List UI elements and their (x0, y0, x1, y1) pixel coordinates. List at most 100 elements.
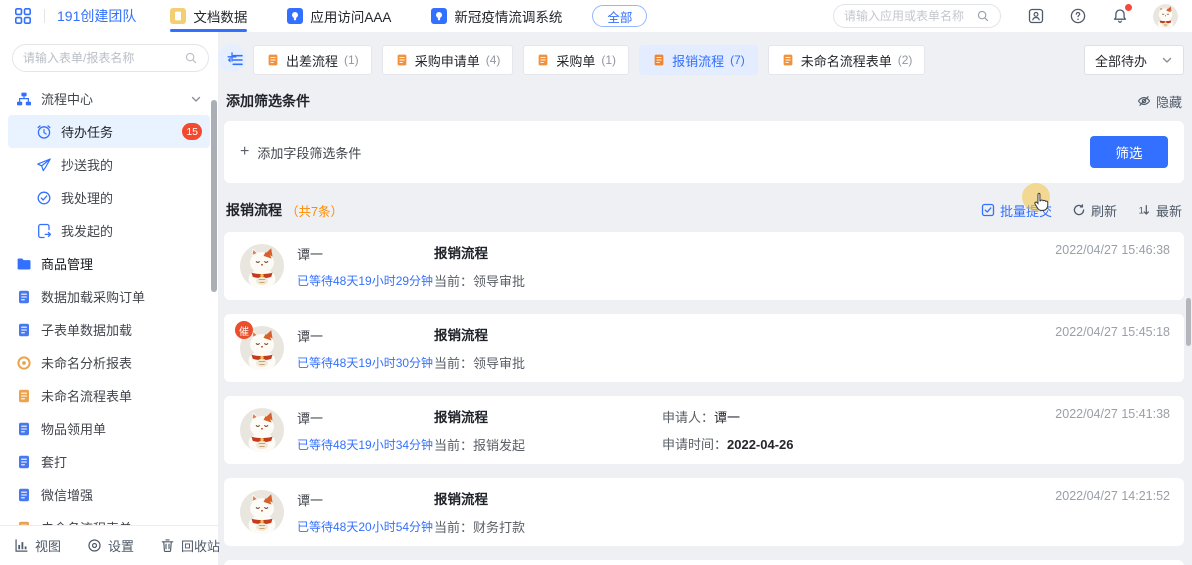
doc-icon (652, 53, 666, 67)
search-icon (976, 9, 990, 23)
sidebar-group-label: 流程中心 (41, 89, 93, 108)
workflow-tab-3[interactable]: 报销流程 (7) (639, 45, 758, 75)
main-panel: 出差流程 (1) 采购申请单 (4) 采购单 (1) 报销流程 (7) 未命名流… (218, 32, 1192, 565)
task-list: 谭一 已等待48天19小时29分钟 报销流程 当前：领导审批 2022/04/2… (224, 232, 1184, 565)
workflow-tab-4[interactable]: 未命名流程表单 (2) (768, 45, 926, 75)
doc-blue-icon (16, 487, 32, 503)
sidebar-item-2[interactable]: 我处理的 (8, 181, 210, 214)
sidebar-item-label: 我处理的 (61, 188, 113, 207)
sidebar-form-item-7[interactable]: 微信增强 (8, 478, 210, 511)
sidebar-group-process-center[interactable]: 流程中心 (8, 82, 210, 115)
applicant-name: 谭一 (297, 244, 434, 263)
target-icon (87, 538, 102, 553)
waiting-time: 已等待48天19小时29分钟 (297, 272, 434, 289)
clock-icon (36, 124, 52, 140)
topbar-app-tab-label: 新冠疫情流调系统 (454, 6, 562, 26)
task-row-3[interactable]: 谭一 已等待48天20小时54分钟 报销流程 当前：财务打款 2022/04/2… (224, 478, 1184, 546)
sidebar-item-1[interactable]: 抄送我的 (8, 148, 210, 181)
sidebar-item-label: 数据加载采购订单 (41, 287, 145, 306)
plus-icon: + (240, 144, 249, 160)
sidebar-form-item-1[interactable]: 数据加载采购订单 (8, 280, 210, 313)
workflow-tab-1[interactable]: 采购申请单 (4) (382, 45, 514, 75)
sidebar-item-3[interactable]: 我发起的 (8, 214, 210, 247)
task-row-2[interactable]: 谭一 已等待48天19小时34分钟 报销流程 当前：报销发起 申请人：谭一申请时… (224, 396, 1184, 464)
main-scrollbar[interactable] (1186, 298, 1191, 346)
collapse-tabs-icon[interactable] (226, 51, 244, 69)
task-row-0[interactable]: 谭一 已等待48天19小时29分钟 报销流程 当前：领导审批 2022/04/2… (224, 232, 1184, 300)
form-search-input[interactable] (23, 51, 178, 65)
sidebar-form-item-5[interactable]: 物品领用单 (8, 412, 210, 445)
process-title: 报销流程 (434, 488, 662, 508)
checkbox-icon (981, 203, 995, 217)
topbar-app-tab-1[interactable]: 应用访问AAA (287, 0, 391, 32)
sidebar-item-label: 物品领用单 (41, 419, 106, 438)
doc-icon (536, 53, 550, 67)
timestamp: 2022/04/27 15:46:38 (1055, 243, 1170, 257)
doc-icon (266, 53, 280, 67)
hide-filter-button[interactable]: 隐藏 (1137, 92, 1182, 111)
waiting-time: 已等待48天20小时54分钟 (297, 518, 434, 535)
refresh-icon (1072, 203, 1086, 217)
list-count: （共7条） (286, 201, 343, 220)
divider (44, 9, 45, 23)
sort-icon: 1 (1137, 203, 1151, 217)
sidebar-scrollbar[interactable] (211, 100, 217, 292)
urge-badge: 催 (235, 321, 253, 339)
timestamp: 2022/04/27 15:45:18 (1055, 325, 1170, 339)
sidebar-item-0[interactable]: 待办任务 15 (8, 115, 210, 148)
workflow-tab-label: 采购申请单 (415, 51, 480, 70)
topbar-app-tab-2[interactable]: 新冠疫情流调系统 (431, 0, 562, 32)
topbar-app-tabs: 文档数据 应用访问AAA 新冠疫情流调系统 (170, 0, 562, 32)
workflow-tab-label: 报销流程 (672, 51, 724, 70)
filter-button[interactable]: 筛选 (1090, 136, 1168, 168)
batch-submit-button[interactable]: 批量提交 (981, 201, 1052, 220)
sidebar-nav: 流程中心 待办任务 15 抄送我的 我处理的 我发起的 商品管理 数据加载采购订… (0, 78, 218, 525)
global-search-input[interactable] (844, 9, 970, 23)
avatar (240, 244, 284, 288)
notifications-bell-icon[interactable] (1111, 7, 1129, 25)
doc-blue-icon (16, 289, 32, 305)
sidebar-form-item-3[interactable]: 未命名分析报表 (8, 346, 210, 379)
topbar: 191创建团队 文档数据 应用访问AAA 新冠疫情流调系统 全部 (0, 0, 1192, 32)
doc-icon (395, 53, 409, 67)
workflow-tab-label: 采购单 (556, 51, 595, 70)
user-avatar[interactable] (1153, 4, 1178, 29)
contacts-icon[interactable] (1027, 7, 1045, 25)
topbar-app-tab-0[interactable]: 文档数据 (170, 0, 247, 32)
team-name[interactable]: 191创建团队 (57, 6, 136, 26)
help-icon[interactable] (1069, 7, 1087, 25)
form-search[interactable] (12, 44, 209, 72)
task-row-partial[interactable] (224, 560, 1184, 565)
app-grid-logo-icon[interactable] (14, 7, 32, 25)
sidebar-item-label: 抄送我的 (61, 155, 113, 174)
workflow-tab-count: (2) (898, 53, 913, 67)
sidebar-form-item-0[interactable]: 商品管理 (8, 247, 210, 280)
svg-text:1: 1 (1139, 206, 1144, 217)
filter-panel: + 添加字段筛选条件 筛选 (224, 121, 1184, 183)
sidebar-form-item-8[interactable]: 未命名流程表单 (8, 511, 210, 525)
all-apps-pill[interactable]: 全部 (592, 5, 647, 27)
current-step: 当前：领导审批 (434, 353, 662, 372)
workflow-tab-0[interactable]: 出差流程 (1) (253, 45, 372, 75)
sidebar-footer-1[interactable]: 设置 (87, 536, 134, 555)
sidebar: + 流程中心 待办任务 15 抄送我的 我处理的 我发起的 商品管理 (0, 32, 218, 565)
process-title: 报销流程 (434, 242, 662, 262)
sidebar-footer-0[interactable]: 视图 (14, 536, 61, 555)
todo-filter-select[interactable]: 全部待办 (1084, 45, 1184, 75)
todo-count-badge: 15 (182, 123, 202, 140)
sidebar-form-item-6[interactable]: 套打 (8, 445, 210, 478)
workflow-tab-2[interactable]: 采购单 (1) (523, 45, 629, 75)
add-filter-field-button[interactable]: + 添加字段筛选条件 (240, 143, 361, 162)
applicant-name: 谭一 (297, 490, 434, 509)
applicant-name: 谭一 (297, 408, 434, 427)
task-row-1[interactable]: 催 谭一 已等待48天19小时30分钟 报销流程 当前：领导审批 2022/04… (224, 314, 1184, 382)
sort-newest-button[interactable]: 1 最新 (1137, 201, 1182, 220)
sidebar-form-item-4[interactable]: 未命名流程表单 (8, 379, 210, 412)
todo-filter-value: 全部待办 (1095, 51, 1147, 70)
sidebar-footer-label: 回收站 (181, 536, 220, 555)
sidebar-footer-2[interactable]: 回收站 (160, 536, 220, 555)
topbar-app-tab-label: 应用访问AAA (310, 6, 391, 26)
global-search[interactable] (833, 4, 1001, 28)
sidebar-form-item-2[interactable]: 子表单数据加载 (8, 313, 210, 346)
refresh-button[interactable]: 刷新 (1072, 201, 1117, 220)
